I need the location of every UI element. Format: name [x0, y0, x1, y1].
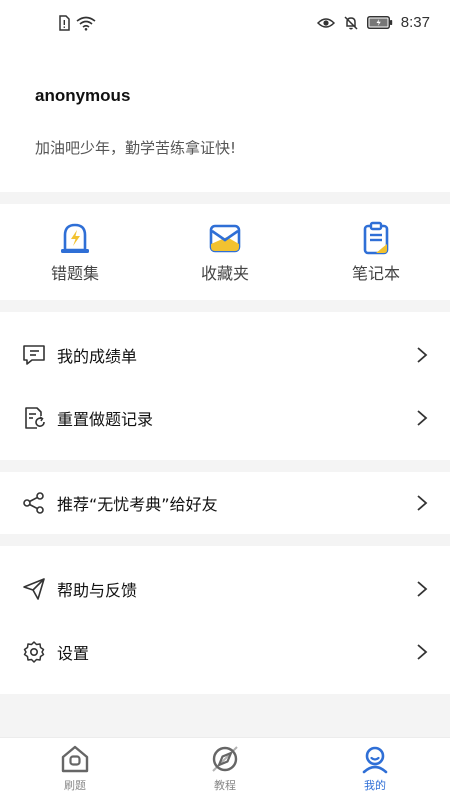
sim-alert-icon — [59, 15, 70, 31]
report-card-row[interactable]: 我的成绩单 — [0, 324, 450, 386]
help-feedback-label: 帮助与反馈 — [57, 581, 138, 600]
wrong-questions-label: 错题集 — [50, 264, 99, 283]
settings-gear-icon — [23, 641, 45, 663]
reset-record-label: 重置做题记录 — [57, 410, 154, 429]
favorites-label: 收藏夹 — [200, 264, 249, 283]
status-right: 8:37 — [316, 14, 430, 31]
notebook-label: 笔记本 — [351, 264, 400, 283]
share-row[interactable]: 推荐“无忧考典”给好友 — [0, 472, 450, 534]
wrong-questions-button[interactable]: 错题集 — [20, 220, 130, 284]
status-time: 8:37 — [400, 14, 430, 31]
bottom-tab-bar: 刷题 教程 我的 — [0, 737, 450, 800]
chevron-right-icon — [417, 410, 428, 426]
settings-row[interactable]: 设置 — [0, 621, 450, 683]
favorites-button[interactable]: 收藏夹 — [170, 220, 280, 284]
menu-group-records: 我的成绩单 重置做题记录 — [0, 312, 450, 460]
chevron-right-icon — [417, 644, 428, 660]
eye-icon — [316, 17, 335, 28]
settings-label: 设置 — [57, 644, 90, 663]
share-label: 推荐“无忧考典”给好友 — [57, 495, 218, 514]
chevron-right-icon — [417, 495, 428, 511]
chevron-right-icon — [417, 581, 428, 597]
tab-practice[interactable]: 刷题 — [30, 744, 120, 793]
username[interactable]: anonymous — [35, 86, 130, 106]
report-card-label: 我的成绩单 — [57, 347, 138, 366]
paper-plane-icon — [23, 578, 45, 600]
mute-icon — [344, 15, 358, 30]
reset-record-row[interactable]: 重置做题记录 — [0, 387, 450, 449]
battery-icon — [366, 16, 392, 29]
help-feedback-row[interactable]: 帮助与反馈 — [0, 558, 450, 620]
tab-practice-label: 刷题 — [64, 779, 86, 792]
favorites-icon — [209, 224, 241, 253]
profile-motto: 加油吧少年，勤学苦练拿证快! — [35, 139, 237, 157]
notebook-icon — [363, 221, 389, 255]
tab-mine-label: 我的 — [364, 779, 386, 792]
report-card-icon — [23, 345, 45, 365]
share-icon — [23, 492, 44, 514]
status-bar: 8:37 — [0, 0, 450, 44]
reset-record-icon — [25, 407, 45, 429]
wrong-questions-icon — [61, 223, 89, 253]
home-icon — [61, 745, 89, 773]
menu-group-support: 帮助与反馈 设置 — [0, 546, 450, 694]
chevron-right-icon — [417, 347, 428, 363]
status-left — [58, 15, 96, 31]
tab-tutorial-label: 教程 — [214, 779, 236, 792]
profile-card: anonymous 加油吧少年，勤学苦练拿证快! — [0, 44, 450, 192]
tab-tutorial[interactable]: 教程 — [180, 744, 270, 793]
quick-actions: 错题集 收藏夹 笔记本 — [0, 204, 450, 300]
menu-group-share: 推荐“无忧考典”给好友 — [0, 472, 450, 534]
notebook-button[interactable]: 笔记本 — [321, 220, 431, 284]
profile-icon — [362, 746, 388, 774]
tab-mine[interactable]: 我的 — [330, 744, 420, 793]
wifi-icon — [76, 16, 96, 31]
compass-icon — [212, 746, 238, 772]
